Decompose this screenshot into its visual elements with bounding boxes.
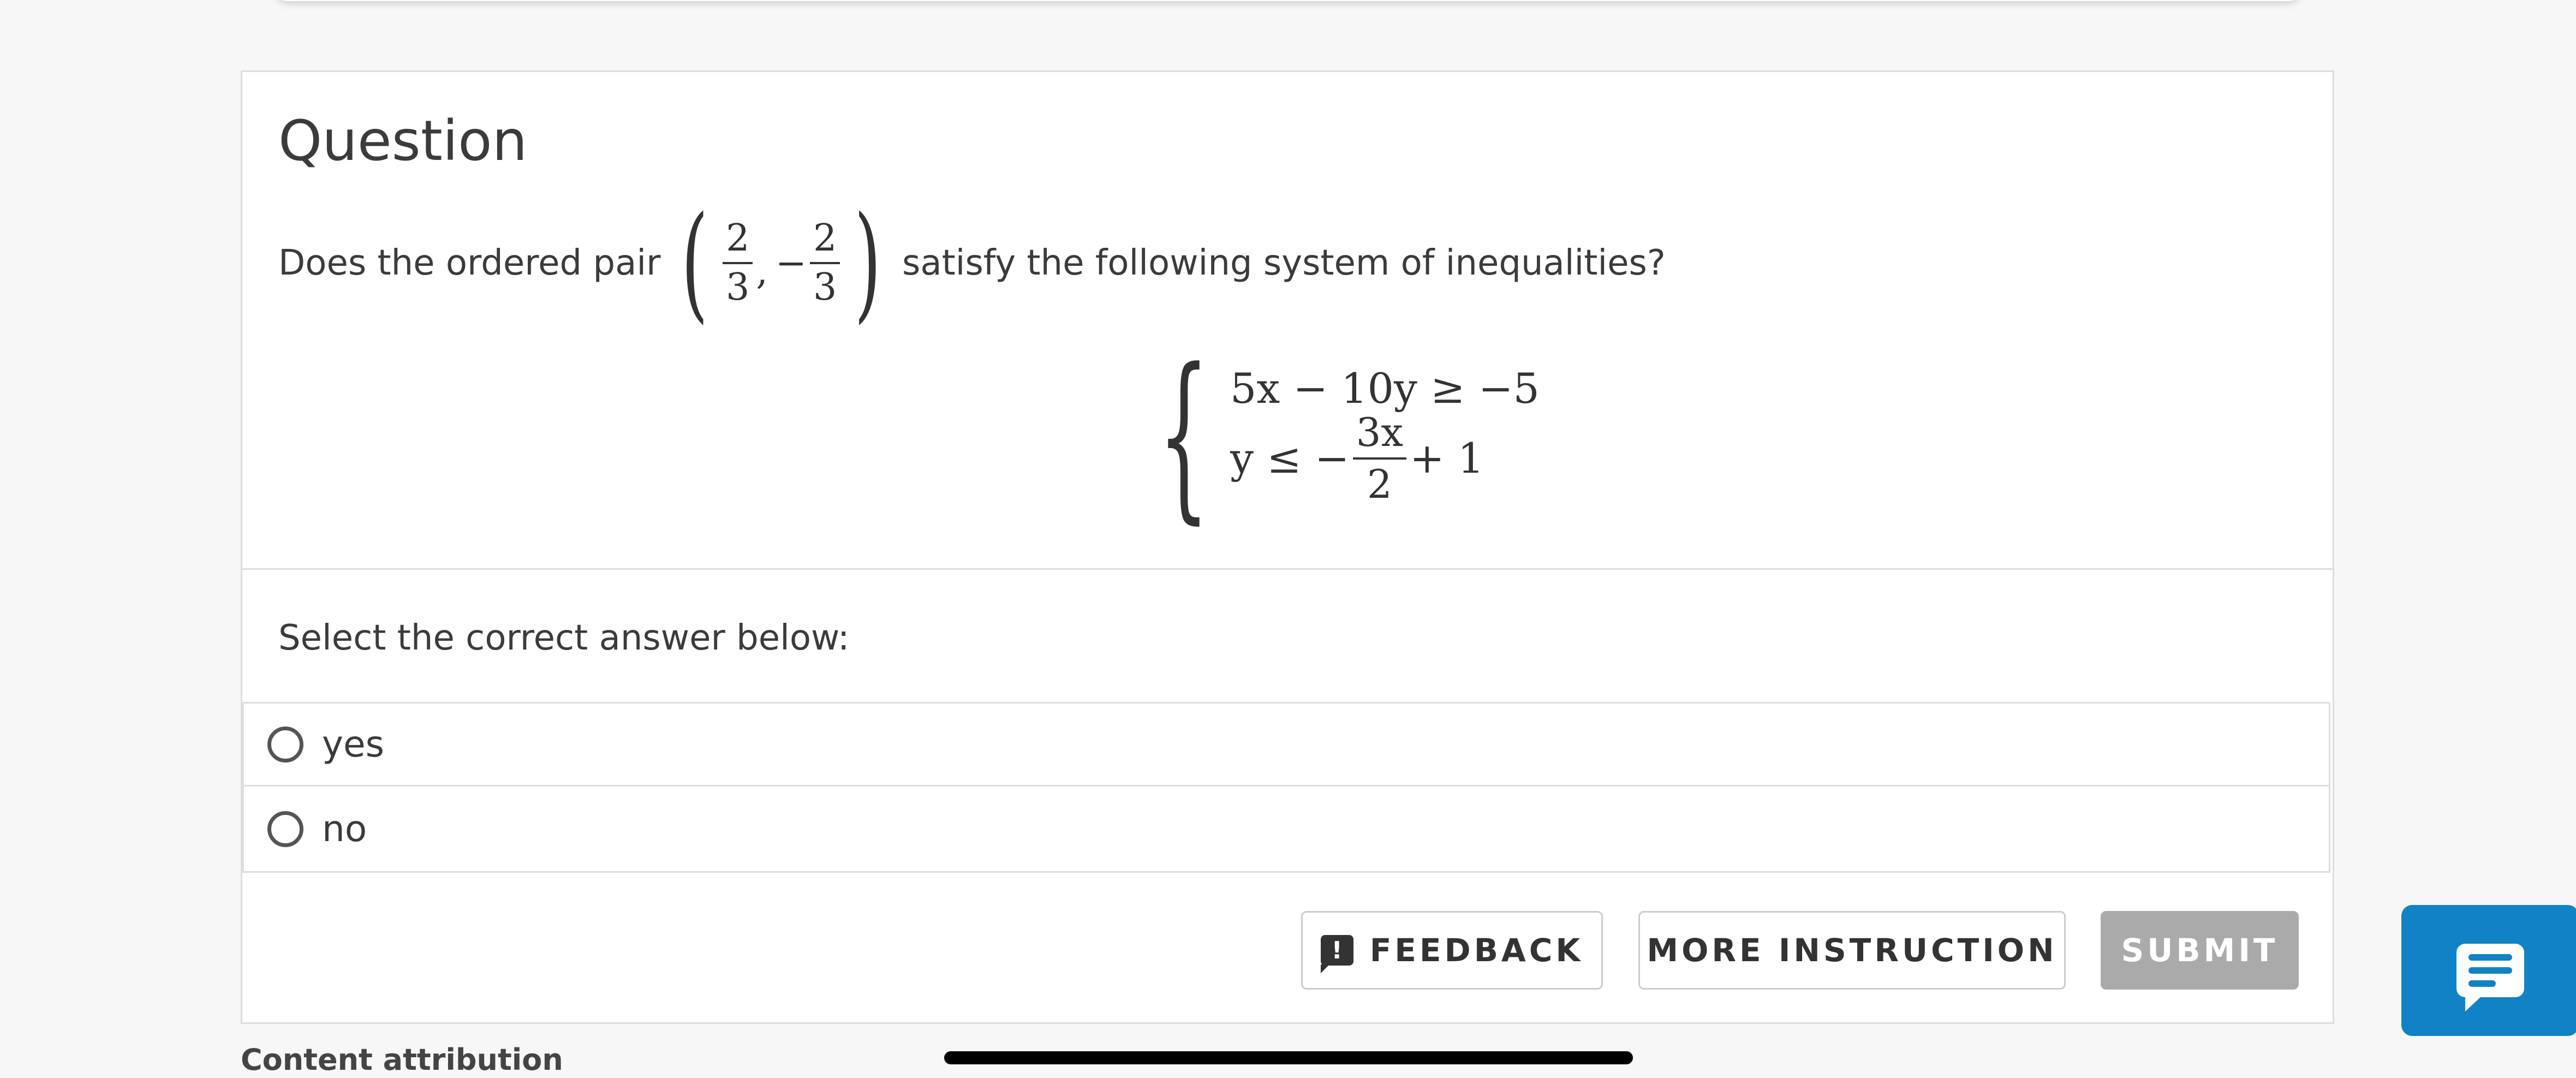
chat-button[interactable] xyxy=(2401,905,2576,1036)
question-prompt: Does the ordered pair ( 2 3 , − 2 3 ) sa… xyxy=(278,200,1666,326)
section-divider xyxy=(242,568,2333,570)
answer-option-label: yes xyxy=(322,723,385,765)
left-paren: ( xyxy=(681,190,708,336)
inequality-2-fraction: 3x 2 xyxy=(1352,409,1407,507)
question-card: Question Does the ordered pair ( 2 3 , −… xyxy=(241,70,2334,1024)
radio-icon[interactable] xyxy=(267,726,303,763)
inequality-1: 5x − 10y ≥ −5 xyxy=(1230,364,1540,413)
top-bar xyxy=(278,0,2298,1)
ordered-pair: ( 2 3 , − 2 3 ) xyxy=(670,200,892,326)
prompt-before: Does the ordered pair xyxy=(278,243,661,283)
submit-button[interactable]: SUBMIT xyxy=(2101,911,2299,990)
feedback-label: FEEDBACK xyxy=(1369,932,1584,969)
more-instruction-label: MORE INSTRUCTION xyxy=(1647,932,2058,969)
question-title: Question xyxy=(278,109,528,174)
answer-prompt: Select the correct answer below: xyxy=(278,618,850,658)
pair-second-fraction: 2 3 xyxy=(810,217,840,309)
submit-label: SUBMIT xyxy=(2121,932,2279,969)
content-attribution-link[interactable]: Content attribution xyxy=(241,1043,563,1077)
right-paren: ) xyxy=(854,190,881,336)
radio-icon[interactable] xyxy=(267,811,303,847)
feedback-icon: ! xyxy=(1320,935,1353,973)
system-brace: { xyxy=(1158,330,1210,540)
more-instruction-button[interactable]: MORE INSTRUCTION xyxy=(1638,911,2066,990)
answer-option-yes[interactable]: yes xyxy=(242,702,2330,787)
answer-option-label: no xyxy=(322,808,367,850)
pair-comma: , xyxy=(756,249,768,293)
answer-option-no[interactable]: no xyxy=(242,787,2330,873)
chat-icon xyxy=(2456,944,2524,1011)
pair-first-fraction: 2 3 xyxy=(723,217,753,309)
inequality-2: y ≤ − 3x 2 + 1 xyxy=(1230,409,1484,507)
feedback-button[interactable]: ! FEEDBACK xyxy=(1301,911,1603,990)
inequality-system: { 5x − 10y ≥ −5 y ≤ − 3x 2 + 1 xyxy=(1126,345,1540,525)
prompt-after: satisfy the following system of inequali… xyxy=(902,243,1666,283)
home-indicator[interactable] xyxy=(944,1051,1633,1064)
pair-minus: − xyxy=(776,241,807,285)
